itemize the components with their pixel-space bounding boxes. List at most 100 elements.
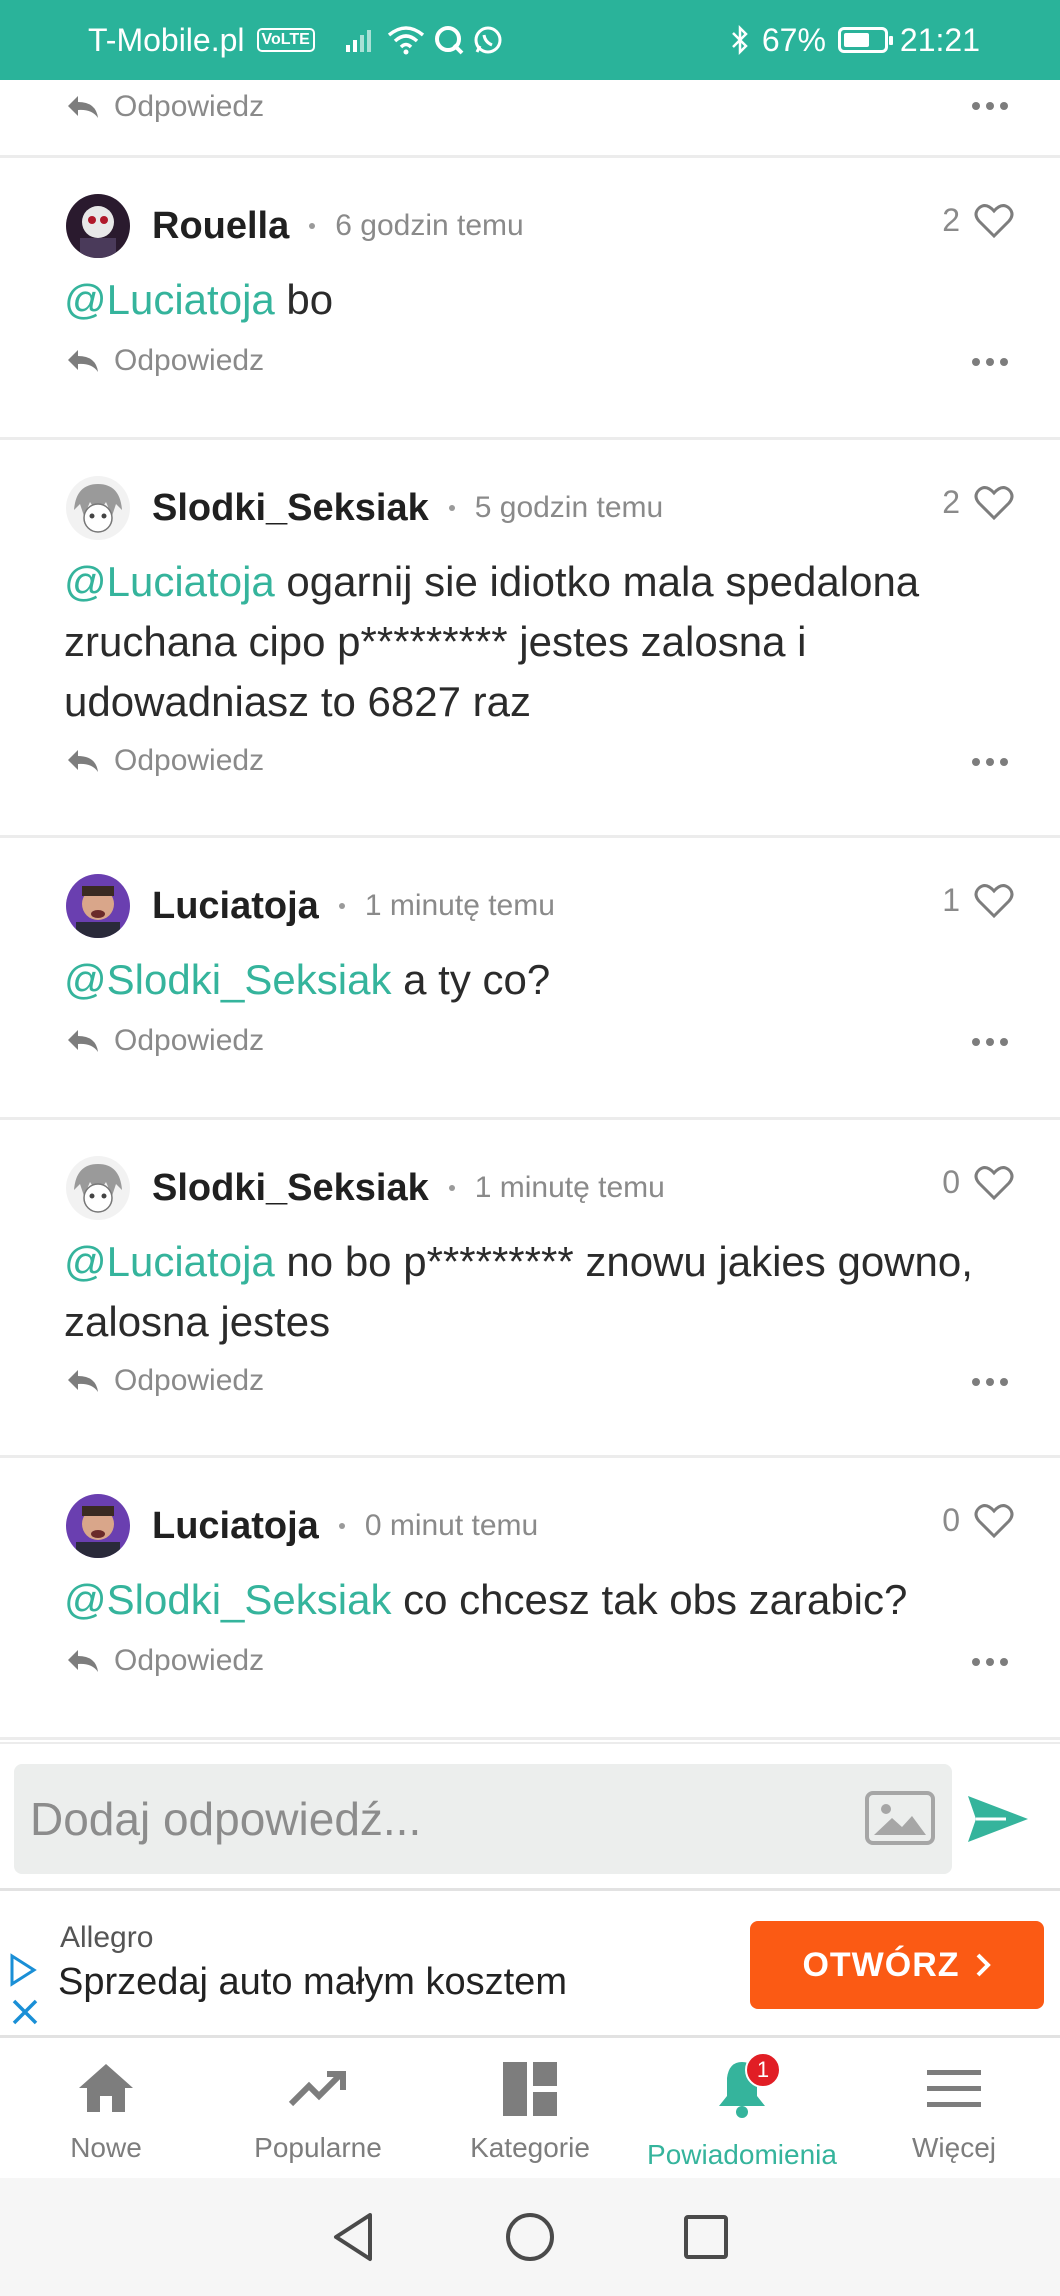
reply-icon [68, 96, 98, 118]
bell-icon-wrapper: 1 [709, 2052, 781, 2139]
mention-link[interactable]: @Luciatoja [64, 1238, 275, 1285]
nav-label: Powiadomienia [647, 2139, 837, 2170]
battery-percent: 67% [761, 21, 826, 58]
battery-icon [837, 27, 893, 53]
timestamp: 0 minut temu [364, 1509, 539, 1542]
separator-dot [448, 505, 455, 511]
comment-item: Luciatoja 1 minutę temu 1 @Slodki_Seksia… [0, 838, 1060, 1120]
mention-link[interactable]: @Slodki_Seksiak [64, 1576, 391, 1623]
close-icon[interactable] [10, 1997, 40, 2027]
like-count: 0 [942, 1502, 960, 1538]
ad-headline[interactable]: Sprzedaj auto małym kosztem [58, 1961, 567, 2004]
send-icon[interactable] [966, 1794, 1030, 1844]
whatsapp-icon [474, 26, 502, 54]
heart-icon [974, 203, 1014, 238]
like-button[interactable]: 2 [942, 202, 1014, 239]
reply-button[interactable]: Odpowiedz [66, 1364, 264, 1398]
like-button[interactable]: 0 [942, 1502, 1014, 1539]
username[interactable]: Luciatoja [152, 885, 319, 928]
username[interactable]: Slodki_Seksiak [152, 487, 429, 530]
avatar[interactable] [66, 1156, 130, 1220]
reply-label: Odpowiedz [114, 1024, 265, 1057]
system-navigation-bar [0, 2178, 1060, 2296]
comment-content: co chcesz tak obs zarabic? [391, 1576, 908, 1623]
comment-header: Luciatoja 0 minut temu [66, 1494, 538, 1558]
nav-item-popularne[interactable]: Popularne [212, 2038, 424, 2178]
separator-dot [309, 223, 316, 229]
timestamp: 6 godzin temu [335, 209, 524, 242]
nav-item-kategorie[interactable]: Kategorie [424, 2038, 636, 2178]
comment-text: @Luciatoja no bo p********* znowu jakies… [64, 1232, 1000, 1352]
reply-label: Odpowiedz [114, 344, 265, 377]
more-options-icon[interactable] [972, 102, 1008, 110]
back-icon[interactable] [326, 2209, 382, 2265]
ad-banner[interactable]: Allegro Sprzedaj auto małym kosztem OTWÓ… [0, 1888, 1060, 2038]
status-icons [345, 24, 503, 56]
heart-icon [974, 485, 1014, 520]
username[interactable]: Luciatoja [152, 1505, 319, 1548]
status-bar: T-Mobile.pl VoLTE 67% 21:21 [0, 0, 1060, 80]
nav-item-nowe[interactable]: Nowe [0, 2038, 212, 2178]
reply-input-placeholder: Dodaj odpowiedź... [30, 1793, 422, 1845]
nav-label: Nowe [70, 2132, 142, 2163]
carrier-name: T-Mobile.pl [88, 21, 245, 58]
recents-icon[interactable] [678, 2209, 734, 2265]
username[interactable]: Rouella [152, 205, 289, 248]
reply-label: Odpowiedz [114, 90, 265, 123]
username[interactable]: Slodki_Seksiak [152, 1167, 429, 1210]
reply-icon [68, 350, 98, 372]
home-circle-icon[interactable] [502, 2209, 558, 2265]
chevron-right-icon [976, 1953, 991, 1977]
more-options-icon[interactable] [972, 1038, 1008, 1046]
battery-fill [843, 33, 869, 47]
mention-link[interactable]: @Luciatoja [64, 276, 275, 323]
reply-button[interactable]: Odpowiedz [66, 90, 264, 124]
home-icon [79, 2064, 133, 2112]
mention-link[interactable]: @Luciatoja [64, 558, 275, 605]
comment-text: @Slodki_Seksiak a ty co? [64, 950, 1000, 1010]
nav-item-powiadomienia[interactable]: 1 Powiadomienia [636, 2038, 848, 2178]
ad-advertiser: Allegro [60, 1921, 154, 1954]
q-app-icon [434, 26, 464, 55]
avatar[interactable] [66, 874, 130, 938]
nav-label: Więcej [911, 2132, 996, 2163]
avatar[interactable] [66, 194, 130, 258]
reply-label: Odpowiedz [114, 1364, 265, 1397]
mention-link[interactable]: @Slodki_Seksiak [64, 956, 391, 1003]
ad-choices-icon[interactable] [8, 1953, 38, 1987]
reply-button[interactable]: Odpowiedz [66, 1644, 264, 1678]
status-right: 67% 21:21 [730, 22, 980, 59]
timestamp: 5 godzin temu [474, 491, 664, 524]
status-left: T-Mobile.pl VoLTE [88, 22, 503, 59]
ad-button-label: OTWÓRZ [802, 1945, 960, 1984]
reply-icon [68, 750, 98, 772]
nav-label: Kategorie [470, 2132, 590, 2163]
wifi-icon [387, 26, 424, 55]
nav-label: Popularne [254, 2132, 382, 2163]
reply-button[interactable]: Odpowiedz [66, 1024, 264, 1058]
ad-open-button[interactable]: OTWÓRZ [750, 1921, 1044, 2009]
more-options-icon[interactable] [972, 358, 1008, 366]
like-button[interactable]: 2 [942, 484, 1014, 521]
grid-icon [503, 2062, 557, 2116]
comment-list: Odpowiedz Rouella 6 godzin temu 2 @Lucia… [0, 80, 1060, 1740]
nav-item-wiecej[interactable]: Więcej [848, 2038, 1060, 2178]
more-options-icon[interactable] [972, 1378, 1008, 1386]
trending-icon [288, 2071, 346, 2107]
menu-icon [927, 2070, 981, 2107]
image-attach-icon[interactable] [864, 1790, 936, 1846]
avatar[interactable] [66, 1494, 130, 1558]
more-options-icon[interactable] [972, 1658, 1008, 1666]
heart-icon [974, 883, 1014, 918]
reply-input[interactable]: Dodaj odpowiedź... [14, 1764, 952, 1874]
reply-button[interactable]: Odpowiedz [66, 344, 264, 378]
separator-dot [338, 1523, 345, 1529]
like-button[interactable]: 1 [942, 882, 1014, 919]
comment-header: Slodki_Seksiak 5 godzin temu [66, 476, 663, 540]
reply-button[interactable]: Odpowiedz [66, 744, 264, 778]
more-options-icon[interactable] [972, 758, 1008, 766]
like-button[interactable]: 0 [942, 1164, 1014, 1201]
avatar[interactable] [66, 476, 130, 540]
reply-label: Odpowiedz [114, 744, 265, 777]
reply-input-bar: Dodaj odpowiedź... [0, 1742, 1060, 1888]
